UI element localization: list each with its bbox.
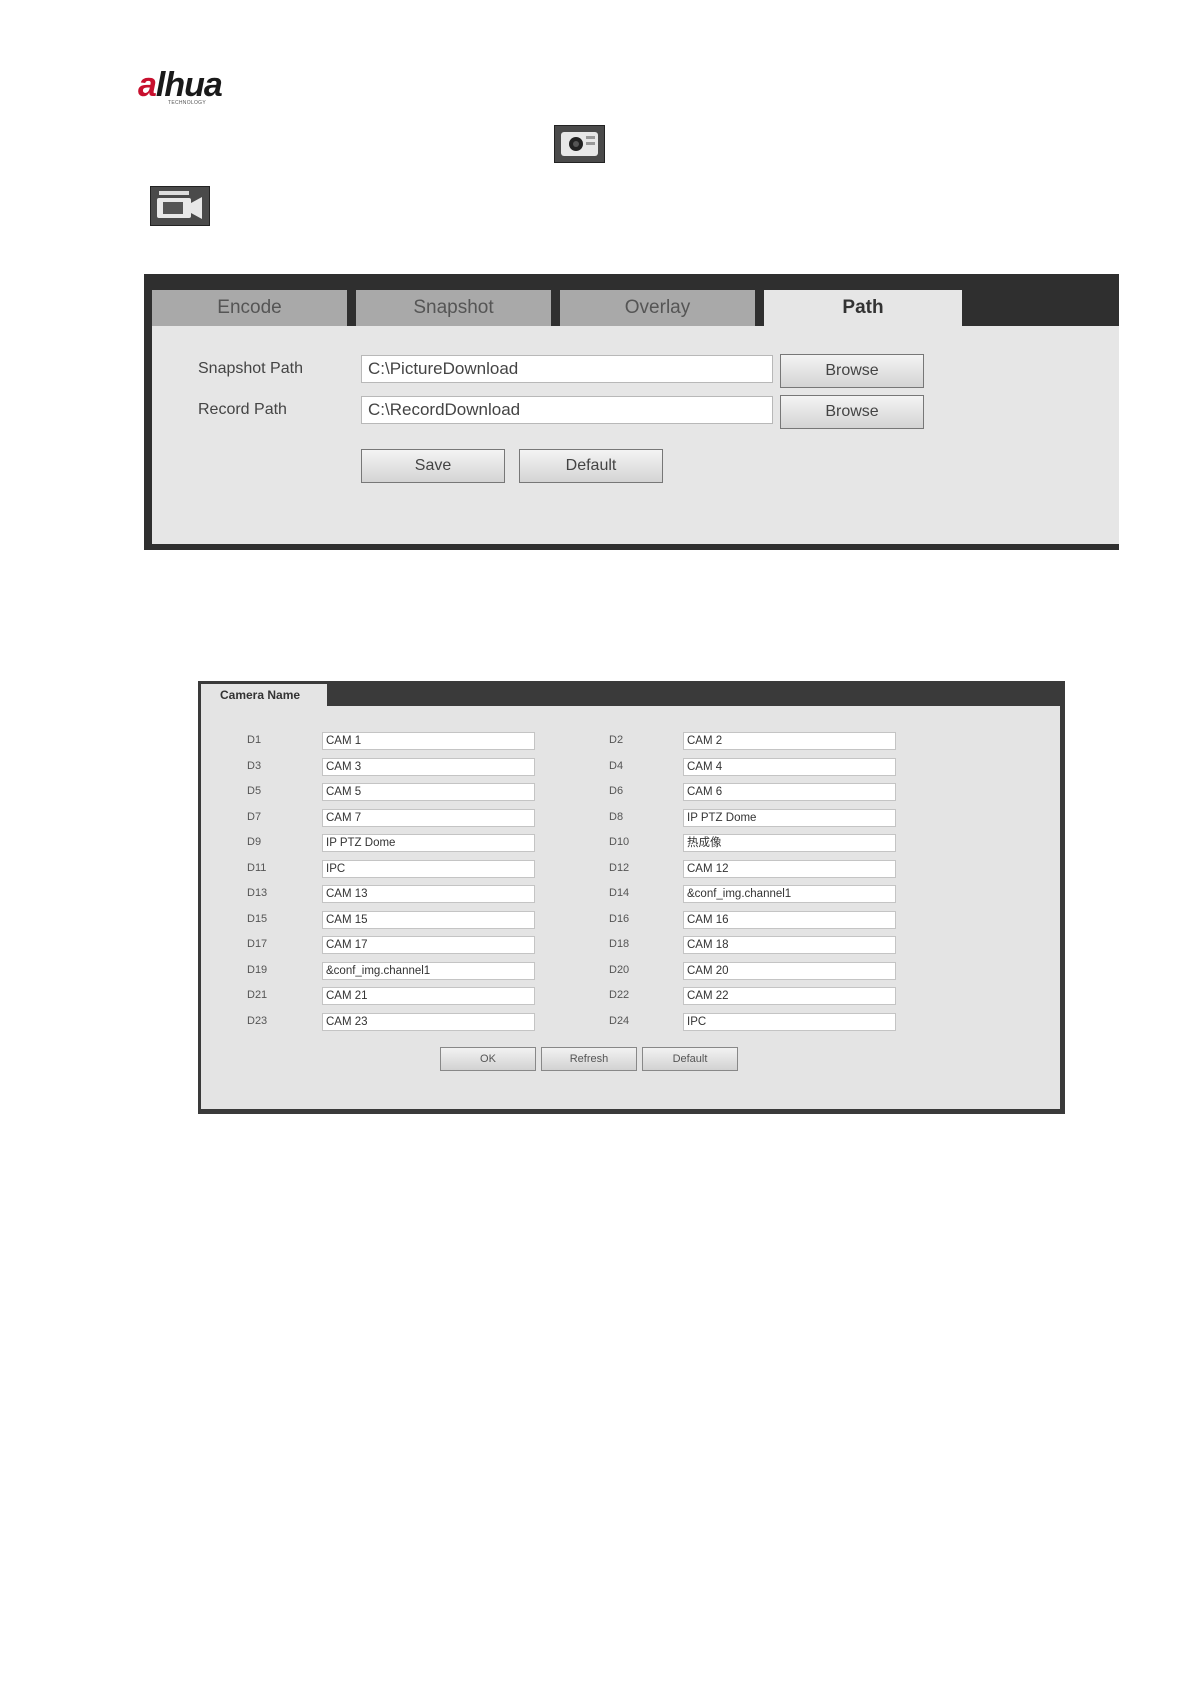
channel-label: D1 [247, 734, 262, 746]
channel-label: D7 [247, 811, 262, 823]
logo-tagline: TECHNOLOGY [168, 100, 207, 106]
channel-name-input[interactable]: CAM 22 [683, 987, 896, 1005]
channel-label: D3 [247, 760, 262, 772]
channel-label: D17 [247, 938, 268, 950]
snapshot-camera-icon[interactable] [554, 125, 605, 163]
channel-name-input[interactable]: &conf_img.channel1 [683, 885, 896, 903]
save-button[interactable]: Save [361, 449, 505, 483]
channel-name-input[interactable]: CAM 13 [322, 885, 535, 903]
channel-name-input[interactable]: CAM 7 [322, 809, 535, 827]
snapshot-path-label: Snapshot Path [198, 360, 303, 377]
channel-label: D2 [609, 734, 624, 746]
channel-name-input[interactable]: CAM 17 [322, 936, 535, 954]
channel-label: D14 [609, 887, 630, 899]
channel-label: D12 [609, 862, 630, 874]
record-browse-button[interactable]: Browse [780, 395, 924, 429]
channel-label: D8 [609, 811, 624, 823]
snapshot-path-input[interactable]: C:\PictureDownload [361, 355, 773, 383]
channel-name-input[interactable]: CAM 1 [322, 732, 535, 750]
channel-label: D18 [609, 938, 630, 950]
default-button[interactable]: Default [519, 449, 663, 483]
snapshot-browse-button[interactable]: Browse [780, 354, 924, 388]
dahua-logo: alhua TECHNOLOGY [138, 66, 223, 106]
tab-encode[interactable]: Encode [152, 290, 347, 326]
channel-name-input[interactable]: CAM 3 [322, 758, 535, 776]
channel-name-input[interactable]: IPC [683, 1013, 896, 1031]
channel-label: D20 [609, 964, 630, 976]
channel-label: D16 [609, 913, 630, 925]
channel-label: D13 [247, 887, 268, 899]
channel-label: D11 [247, 862, 267, 874]
channel-label: D15 [247, 913, 268, 925]
record-path-label: Record Path [198, 401, 287, 418]
tab-overlay[interactable]: Overlay [560, 290, 755, 326]
channel-name-input[interactable]: CAM 16 [683, 911, 896, 929]
tab-snapshot[interactable]: Snapshot [356, 290, 551, 326]
channel-name-input[interactable]: CAM 21 [322, 987, 535, 1005]
channel-label: D23 [247, 1015, 268, 1027]
tab-path[interactable]: Path [764, 290, 962, 326]
channel-name-input[interactable]: IP PTZ Dome [322, 834, 535, 852]
channel-label: D22 [609, 989, 630, 1001]
camera-default-button[interactable]: Default [642, 1047, 738, 1071]
channel-name-input[interactable]: CAM 6 [683, 783, 896, 801]
channel-name-input[interactable]: CAM 23 [322, 1013, 535, 1031]
channel-name-input[interactable]: CAM 20 [683, 962, 896, 980]
channel-label: D6 [609, 785, 624, 797]
channel-name-input[interactable]: CAM 12 [683, 860, 896, 878]
ok-button[interactable]: OK [440, 1047, 536, 1071]
channel-name-input[interactable]: CAM 4 [683, 758, 896, 776]
channel-name-input[interactable]: IPC [322, 860, 535, 878]
channel-name-input[interactable]: IP PTZ Dome [683, 809, 896, 827]
video-record-icon[interactable] [150, 186, 210, 226]
channel-name-input[interactable]: CAM 5 [322, 783, 535, 801]
channel-label: D19 [247, 964, 268, 976]
channel-name-input[interactable]: CAM 15 [322, 911, 535, 929]
channel-label: D5 [247, 785, 262, 797]
channel-label: D21 [247, 989, 268, 1001]
channel-name-input[interactable]: &conf_img.channel1 [322, 962, 535, 980]
channel-label: D9 [247, 836, 262, 848]
channel-name-input[interactable]: 热成像 [683, 834, 896, 852]
channel-label: D10 [609, 836, 630, 848]
tab-camera-name[interactable]: Camera Name [201, 684, 327, 709]
channel-label: D24 [609, 1015, 630, 1027]
channel-name-input[interactable]: CAM 18 [683, 936, 896, 954]
refresh-button[interactable]: Refresh [541, 1047, 637, 1071]
record-path-input[interactable]: C:\RecordDownload [361, 396, 773, 424]
channel-name-input[interactable]: CAM 2 [683, 732, 896, 750]
channel-label: D4 [609, 760, 624, 772]
